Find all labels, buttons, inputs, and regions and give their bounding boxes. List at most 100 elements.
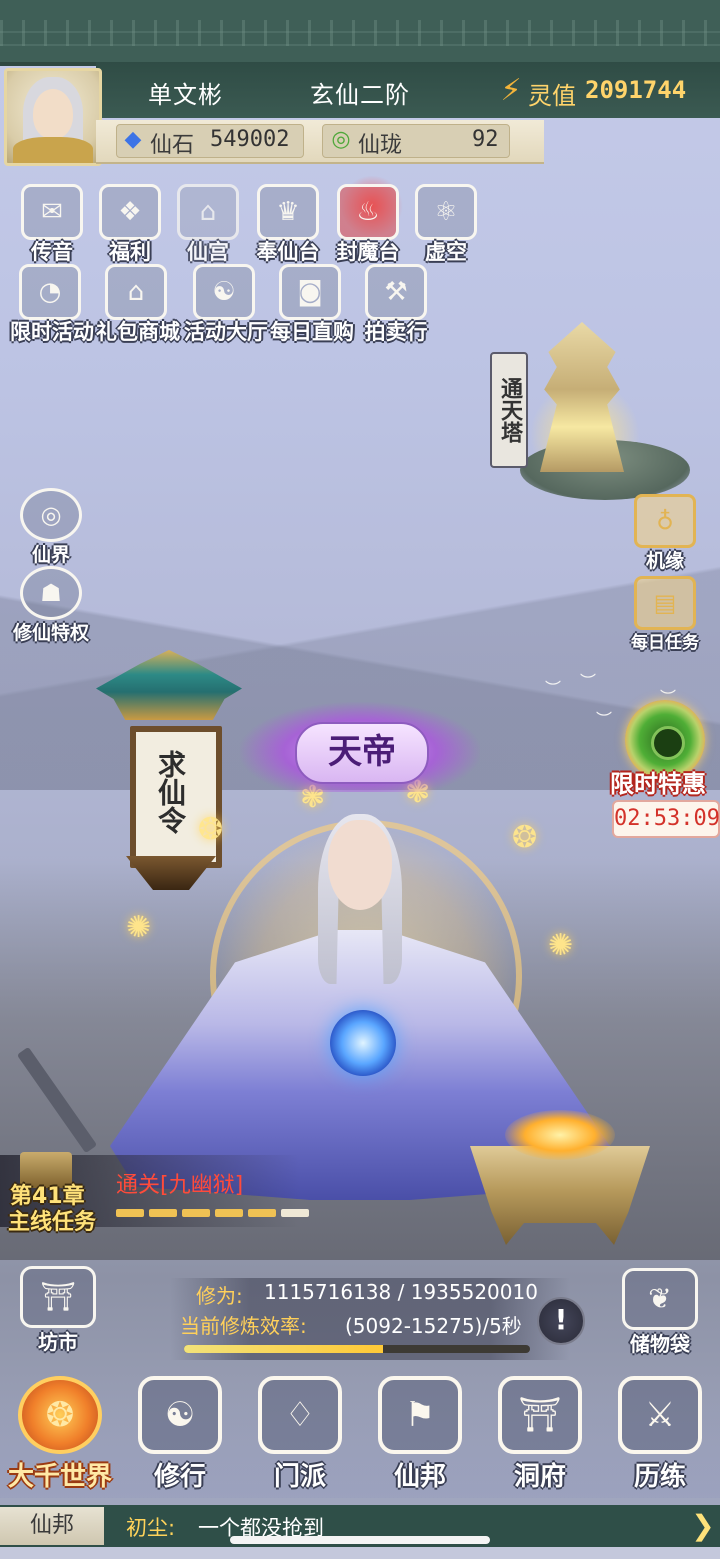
limited-offer-timer: 02:53:09 bbox=[612, 800, 720, 838]
cauldron-fire bbox=[505, 1110, 615, 1160]
jade-ring-icon: ◎ bbox=[331, 127, 351, 152]
spirit-orb bbox=[330, 1010, 396, 1076]
alert-button[interactable]: ! bbox=[537, 1297, 585, 1345]
menu-fengmotai[interactable]: ♨ 封魔台 bbox=[328, 184, 408, 264]
title-badge: 天帝 bbox=[295, 722, 429, 784]
shield-clock-icon: ◔ bbox=[19, 264, 81, 320]
hero-character[interactable] bbox=[328, 820, 392, 910]
side-xiuxian-privilege[interactable]: ☗ 修仙特权 bbox=[6, 566, 96, 645]
nav-label: 洞府 bbox=[513, 1462, 566, 1492]
bird-icon: ︶ bbox=[545, 679, 562, 698]
side-daily-tasks[interactable]: ▤ 每日任务 bbox=[620, 576, 710, 653]
menu-xukong[interactable]: ⚛ 虚空 bbox=[406, 184, 486, 264]
menu-daily-purchase[interactable]: ◙ 每日直购 bbox=[270, 264, 354, 344]
xiuwei-label: 修为: bbox=[196, 1284, 243, 1308]
menu-label: 每日直购 bbox=[270, 320, 354, 344]
avatar-robe bbox=[13, 137, 93, 163]
envelope-icon: ✉ bbox=[21, 184, 83, 240]
quest-progress-segment bbox=[149, 1209, 177, 1217]
scroll-icon: ▤ bbox=[634, 576, 696, 630]
shop-icon: ⌂ bbox=[105, 264, 167, 320]
sword-trial-icon: ⚔ bbox=[618, 1376, 702, 1454]
turtle-icon: ☗ bbox=[20, 566, 82, 620]
coin-icon: ◙ bbox=[279, 264, 341, 320]
menu-label: 奉仙台 bbox=[256, 240, 320, 264]
side-label: 仙界 bbox=[31, 544, 70, 566]
menu-fuli[interactable]: ❖ 福利 bbox=[90, 184, 170, 264]
chat-channel-tab[interactable]: 仙邦 bbox=[0, 1507, 104, 1545]
lightning-icon: ⚡ bbox=[500, 73, 522, 108]
nav-label: 历练 bbox=[633, 1462, 686, 1492]
chevron-right-icon[interactable]: ❯ bbox=[690, 1509, 716, 1543]
sect-icon: ♢ bbox=[258, 1376, 342, 1454]
quest-type[interactable]: 主线任务 bbox=[8, 1204, 96, 1236]
side-xianjie[interactable]: ◎ 仙界 bbox=[6, 488, 96, 567]
nav-dongfu[interactable]: ⛩ 洞府 bbox=[480, 1376, 600, 1493]
menu-gift-shop[interactable]: ⌂ 礼包商城 bbox=[96, 264, 180, 344]
menu-label: 活动大厅 bbox=[184, 320, 268, 344]
rate-label: 当前修炼效率: bbox=[180, 1314, 307, 1338]
chat-sender: 初尘: bbox=[126, 1516, 176, 1540]
quest-progress-segment bbox=[116, 1209, 144, 1217]
yin-yang-icon: ☯ bbox=[138, 1376, 222, 1454]
tongtian-tower[interactable] bbox=[540, 322, 624, 472]
bag-icon: ❦ bbox=[622, 1268, 698, 1330]
bird-icon: ︶ bbox=[596, 710, 613, 729]
menu-chuanyin[interactable]: ✉ 传音 bbox=[12, 184, 92, 264]
menu-label: 限时活动 bbox=[10, 320, 94, 344]
mid-fangshi[interactable]: ⛩ 坊市 bbox=[8, 1266, 108, 1355]
side-label: 每日任务 bbox=[631, 633, 699, 653]
mid-label: 坊市 bbox=[38, 1330, 78, 1354]
nav-daqian-world[interactable]: ❂ 大千世界 bbox=[0, 1376, 120, 1493]
rune-glyph: ✺ bbox=[126, 910, 152, 945]
side-label: 修仙特权 bbox=[12, 622, 89, 644]
gavel-icon: ⚒ bbox=[365, 264, 427, 320]
menu-event-hall[interactable]: ☯ 活动大厅 bbox=[184, 264, 268, 344]
top-pattern bbox=[0, 20, 720, 46]
bottom-band bbox=[0, 1547, 720, 1559]
rune-glyph: ❂ bbox=[512, 820, 538, 855]
resource-label: 仙石 bbox=[150, 133, 195, 158]
menu-label: 拍卖行 bbox=[364, 320, 428, 344]
menu-limited-activity[interactable]: ◔ 限时活动 bbox=[10, 264, 94, 344]
menu-label: 仙宫 bbox=[187, 240, 229, 264]
nav-menpai[interactable]: ♢ 门派 bbox=[240, 1376, 360, 1493]
tower-label[interactable]: 通天塔 bbox=[490, 352, 528, 468]
quest-progress-segment bbox=[182, 1209, 210, 1217]
quest-goal[interactable]: 通关[九幽狱] bbox=[116, 1167, 243, 1199]
mid-storage-bag[interactable]: ❦ 储物袋 bbox=[610, 1268, 710, 1357]
rate-value: (5092-15275)/5秒 bbox=[345, 1314, 522, 1338]
gourd-icon: ♁ bbox=[634, 494, 696, 548]
side-jiyuan[interactable]: ♁ 机缘 bbox=[620, 494, 710, 573]
menu-xiangong[interactable]: ⌂ 仙宫 bbox=[168, 184, 248, 264]
jade-disc-icon bbox=[651, 726, 685, 760]
nav-lilian[interactable]: ⚔ 历练 bbox=[600, 1376, 720, 1493]
resource-value: 549002 bbox=[210, 127, 290, 152]
rune-glyph: ❂ bbox=[198, 812, 224, 847]
limited-offer-label[interactable]: 限时特惠 bbox=[610, 764, 706, 799]
quest-progress-segment bbox=[248, 1209, 276, 1217]
menu-fengxiantai[interactable]: ♛ 奉仙台 bbox=[248, 184, 328, 264]
cloud-portal-icon: ◎ bbox=[20, 488, 82, 542]
world-swirl-icon: ❂ bbox=[18, 1376, 102, 1454]
quest-progress-segment bbox=[215, 1209, 243, 1217]
nav-label: 修行 bbox=[153, 1462, 206, 1492]
hall-icon: ☯ bbox=[193, 264, 255, 320]
menu-label: 礼包商城 bbox=[96, 320, 180, 344]
lingzhi-value: 2091744 bbox=[585, 76, 687, 104]
atom-icon: ⚛ bbox=[415, 184, 477, 240]
nav-xianbang[interactable]: ⚑ 仙邦 bbox=[360, 1376, 480, 1493]
player-name: 单文彬 bbox=[148, 81, 223, 109]
palace-icon: ⌂ bbox=[177, 184, 239, 240]
qiuxianling-label[interactable]: 求仙令 bbox=[150, 742, 190, 842]
player-avatar[interactable] bbox=[4, 68, 102, 166]
blue-gem-icon: ◆ bbox=[124, 127, 142, 152]
resource-value: 92 bbox=[472, 127, 499, 152]
resource-label: 仙珑 bbox=[358, 133, 403, 158]
nav-xiuxing[interactable]: ☯ 修行 bbox=[120, 1376, 240, 1493]
home-indicator[interactable] bbox=[230, 1536, 490, 1544]
quest-progress bbox=[116, 1209, 309, 1219]
xiuwei-progress-bar bbox=[184, 1345, 530, 1353]
menu-auction[interactable]: ⚒ 拍卖行 bbox=[356, 264, 436, 344]
xiuwei-progress-fill bbox=[184, 1345, 384, 1353]
